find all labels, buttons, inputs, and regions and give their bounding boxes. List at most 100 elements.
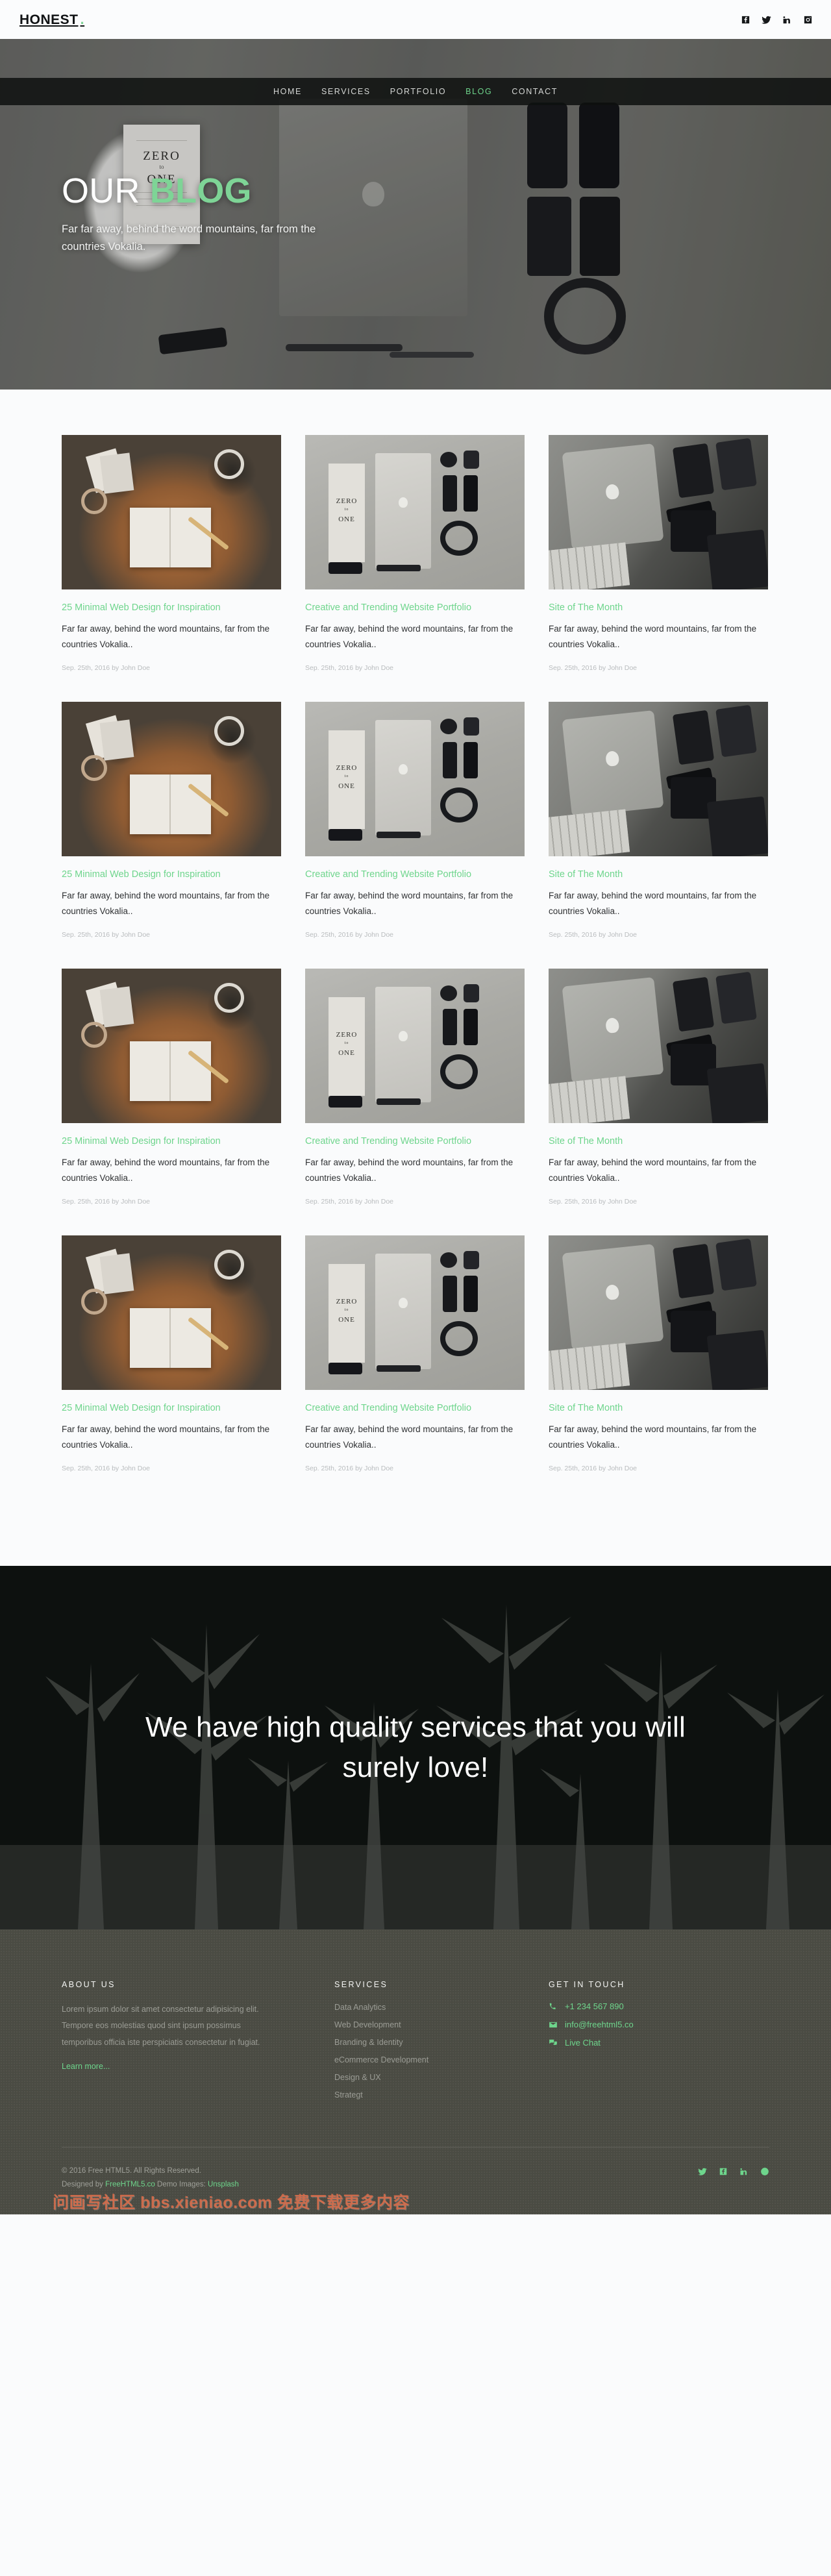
post-title-link[interactable]: Creative and Trending Website Portfolio bbox=[305, 601, 525, 614]
footer-linkedin-link[interactable] bbox=[739, 2167, 749, 2176]
post-thumbnail[interactable] bbox=[549, 702, 768, 857]
post-excerpt: Far far away, behind the word mountains,… bbox=[62, 1158, 270, 1183]
post-meta: Sep. 25th, 2016 by John Doe bbox=[549, 664, 638, 673]
footer-contact-column: GET IN TOUCH +1 234 567 890 info@freehtml… bbox=[549, 1980, 763, 2107]
logo-dot: . bbox=[80, 11, 85, 27]
post-title-link[interactable]: 25 Minimal Web Design for Inspiration bbox=[62, 1402, 281, 1415]
post-thumbnail-link[interactable] bbox=[549, 702, 768, 857]
footer-about-body: Lorem ipsum dolor sit amet consectetur a… bbox=[62, 2005, 260, 2047]
post-thumbnail-link[interactable]: ZERO to ONE bbox=[305, 1235, 525, 1391]
cta-heading: We have high quality services that you w… bbox=[145, 1711, 686, 1784]
post-thumbnail-link[interactable]: ZERO to ONE bbox=[305, 969, 525, 1124]
copyright-line-2: Designed by FreeHTML5.co Demo Images: Un… bbox=[62, 2178, 239, 2192]
freehtml5-link[interactable]: FreeHTML5.co bbox=[105, 2181, 155, 2188]
site-logo[interactable]: HONEST . bbox=[19, 11, 84, 28]
post-thumbnail[interactable] bbox=[549, 435, 768, 589]
footer-services-list: Data Analytics Web Development Branding & … bbox=[334, 2001, 549, 2101]
twitter-icon bbox=[698, 2168, 707, 2175]
post-excerpt: Far far away, behind the word mountains,… bbox=[305, 1424, 514, 1450]
header-instagram-link[interactable] bbox=[803, 15, 813, 25]
footer-learn-more-link[interactable]: Learn more... bbox=[62, 2062, 110, 2071]
footer-contact-link[interactable]: info@freehtml5.co bbox=[565, 2020, 634, 2029]
post-thumbnail[interactable] bbox=[549, 1235, 768, 1391]
footer-service-link[interactable]: Strategt bbox=[334, 2090, 363, 2099]
post-title-link[interactable]: 25 Minimal Web Design for Inspiration bbox=[62, 601, 281, 614]
header-facebook-link[interactable] bbox=[741, 15, 750, 25]
header-linkedin-link[interactable] bbox=[782, 15, 792, 25]
cta-section: We have high quality services that you w… bbox=[0, 1566, 831, 1930]
post-thumbnail[interactable]: ZERO to ONE bbox=[305, 435, 525, 589]
hero-title: OUR BLOG bbox=[62, 173, 831, 210]
post-meta: Sep. 25th, 2016 by John Doe bbox=[62, 931, 151, 939]
blog-container: 25 Minimal Web Design for Inspiration Far… bbox=[62, 435, 769, 1502]
post-thumbnail-link[interactable] bbox=[62, 969, 281, 1124]
footer-contact-link[interactable]: +1 234 567 890 bbox=[565, 2001, 624, 2011]
blog-post-card: Site of The Month Far far away, behind th… bbox=[549, 435, 768, 672]
post-thumbnail-link[interactable]: ZERO to ONE bbox=[305, 702, 525, 857]
nav-item-blog[interactable]: BLOG bbox=[465, 87, 492, 96]
post-thumbnail-link[interactable]: ZERO to ONE bbox=[305, 435, 525, 589]
post-meta: Sep. 25th, 2016 by John Doe bbox=[549, 1465, 638, 1473]
footer-twitter-link[interactable] bbox=[698, 2167, 707, 2176]
post-thumbnail[interactable] bbox=[62, 1235, 281, 1391]
footer-service-link[interactable]: eCommerce Development bbox=[334, 2055, 428, 2064]
footer-service-link[interactable]: Data Analytics bbox=[334, 2003, 386, 2012]
footer-service-item: Web Development bbox=[334, 2019, 549, 2031]
footer-service-link[interactable]: Design & UX bbox=[334, 2073, 381, 2082]
post-thumbnail-link[interactable] bbox=[62, 435, 281, 589]
post-title-link[interactable]: Site of The Month bbox=[549, 868, 768, 881]
post-thumbnail[interactable] bbox=[549, 969, 768, 1124]
post-title-link[interactable]: Creative and Trending Website Portfolio bbox=[305, 1402, 525, 1415]
hero-title-accent: BLOG bbox=[149, 171, 252, 211]
post-thumbnail-link[interactable] bbox=[62, 702, 281, 857]
nav-item-portfolio[interactable]: PORTFOLIO bbox=[390, 87, 446, 96]
watermark-overlay: 问画写社区 bbs.xieniao.com 免费下载更多内容 bbox=[53, 2193, 410, 2212]
post-excerpt: Far far away, behind the word mountains,… bbox=[62, 624, 270, 650]
dribbble-icon bbox=[761, 2168, 769, 2175]
footer-dribbble-link[interactable] bbox=[760, 2167, 769, 2176]
footer-columns: ABOUT US Lorem ipsum dolor sit amet cons… bbox=[62, 1980, 769, 2107]
post-title-link[interactable]: Site of The Month bbox=[549, 601, 768, 614]
post-title-link[interactable]: 25 Minimal Web Design for Inspiration bbox=[62, 1135, 281, 1148]
post-thumbnail[interactable] bbox=[62, 702, 281, 857]
post-thumbnail-link[interactable] bbox=[549, 1235, 768, 1391]
post-meta: Sep. 25th, 2016 by John Doe bbox=[62, 664, 151, 673]
envelope-icon bbox=[549, 2022, 557, 2027]
post-title-link[interactable]: Site of The Month bbox=[549, 1402, 768, 1415]
unsplash-link[interactable]: Unsplash bbox=[208, 2181, 239, 2188]
page-root: HONEST . ZERO to ONE OUR BLOG Far far aw… bbox=[0, 0, 831, 2214]
footer-services-column: SERVICES Data Analytics Web Development Br… bbox=[334, 1980, 549, 2107]
top-bar: HONEST . bbox=[0, 0, 831, 39]
header-social-links bbox=[741, 15, 813, 25]
nav-item-services[interactable]: SERVICES bbox=[321, 87, 371, 96]
nav-item-home[interactable]: HOME bbox=[273, 87, 302, 96]
post-title-link[interactable]: Creative and Trending Website Portfolio bbox=[305, 868, 525, 881]
post-thumbnail[interactable]: ZERO to ONE bbox=[305, 702, 525, 857]
post-thumbnail-link[interactable] bbox=[549, 969, 768, 1124]
post-thumbnail[interactable]: ZERO to ONE bbox=[305, 969, 525, 1124]
post-excerpt: Far far away, behind the word mountains,… bbox=[305, 1158, 514, 1183]
post-thumbnail[interactable]: ZERO to ONE bbox=[305, 1235, 525, 1391]
footer-service-link[interactable]: Web Development bbox=[334, 2020, 401, 2029]
post-thumbnail[interactable] bbox=[62, 435, 281, 589]
post-title-link[interactable]: Site of The Month bbox=[549, 1135, 768, 1148]
post-thumbnail[interactable] bbox=[62, 969, 281, 1124]
demo-images-label: Demo Images: bbox=[155, 2181, 208, 2189]
footer-copyright: © 2016 Free HTML5. All Rights Reserved. … bbox=[62, 2164, 239, 2192]
post-title-link[interactable]: Creative and Trending Website Portfolio bbox=[305, 1135, 525, 1148]
twitter-icon bbox=[762, 16, 771, 24]
footer-service-link[interactable]: Branding & Identity bbox=[334, 2038, 403, 2047]
post-thumbnail-link[interactable] bbox=[62, 1235, 281, 1391]
footer-service-item: eCommerce Development bbox=[334, 2054, 549, 2066]
post-thumbnail-link[interactable] bbox=[549, 435, 768, 589]
blog-post-card: 25 Minimal Web Design for Inspiration Far… bbox=[62, 435, 281, 672]
nav-item-contact[interactable]: CONTACT bbox=[512, 87, 558, 96]
footer-service-item: Branding & Identity bbox=[334, 2037, 549, 2048]
hero-title-plain: OUR bbox=[62, 171, 150, 211]
footer-social-links bbox=[698, 2164, 769, 2176]
blog-post-card: Site of The Month Far far away, behind th… bbox=[549, 702, 768, 939]
footer-facebook-link[interactable] bbox=[719, 2167, 728, 2176]
header-twitter-link[interactable] bbox=[762, 15, 771, 25]
footer-contact-link[interactable]: Live Chat bbox=[565, 2038, 601, 2048]
post-title-link[interactable]: 25 Minimal Web Design for Inspiration bbox=[62, 868, 281, 881]
